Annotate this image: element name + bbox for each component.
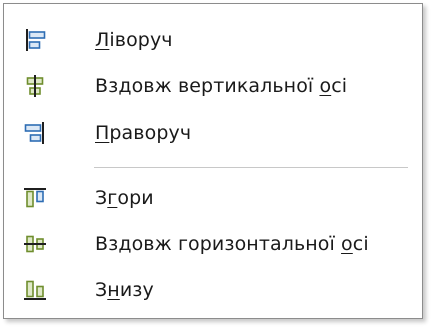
align-bottom-icon bbox=[24, 280, 46, 300]
menu-item-label: Згори bbox=[95, 187, 154, 209]
menu-item-label: Знизу bbox=[95, 279, 154, 301]
menu-item-label: Вздовж горизонтальної осі bbox=[95, 233, 369, 255]
menu-item-label: Праворуч bbox=[95, 122, 192, 144]
menu-item-align-center-vertical[interactable]: Вздовж вертикальної осі bbox=[5, 64, 421, 108]
menu-item-align-bottom[interactable]: Знизу bbox=[5, 268, 421, 312]
menu-item-align-top[interactable]: Згори bbox=[5, 176, 421, 220]
align-center-horizontal-axis-icon bbox=[24, 235, 46, 253]
menu-item-align-center-horizontal[interactable]: Вздовж горизонтальної осі bbox=[5, 222, 421, 266]
menu-item-label: Ліворуч bbox=[95, 29, 173, 51]
menu-item-label: Вздовж вертикальної осі bbox=[95, 75, 348, 97]
align-context-menu: Ліворуч Вздовж вертикальної осі Праворуч… bbox=[3, 3, 423, 319]
align-left-icon bbox=[26, 29, 46, 51]
align-top-icon bbox=[24, 188, 46, 208]
menu-item-align-right[interactable]: Праворуч bbox=[5, 111, 421, 155]
menu-item-align-left[interactable]: Ліворуч bbox=[5, 18, 421, 62]
align-center-vertical-axis-icon bbox=[26, 75, 44, 97]
align-right-icon bbox=[24, 122, 44, 144]
menu-separator bbox=[94, 167, 408, 168]
